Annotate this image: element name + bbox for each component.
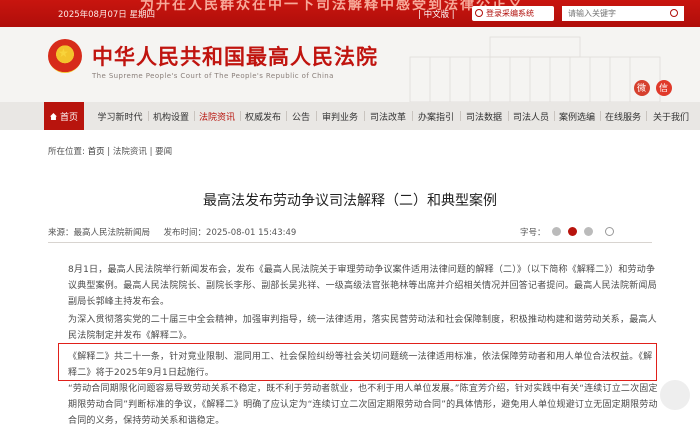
nav-staff[interactable]: 司法人员 [508, 102, 554, 130]
breadcrumb: 所在位置: 首页 | 法院资讯 | 要闻 [48, 145, 172, 157]
divider [48, 242, 652, 243]
font-medium-button[interactable] [567, 227, 577, 236]
nav-institutions[interactable]: 机构设置 [148, 102, 194, 130]
article-paragraph-highlighted: 《解释二》共二十一条，针对竞业限制、混同用工、社会保险纠纷等社会关切问题统一法律… [68, 352, 653, 378]
article-title: 最高法发布劳动争议司法解释（二）和典型案例 [203, 193, 497, 209]
nav-reform[interactable]: 司法改革 [364, 102, 412, 130]
article-paragraph: “劳动合同期限化问题容易导致劳动关系不稳定，既不利于劳动者就业，也不利于用人单位… [68, 384, 658, 426]
nav-cases[interactable]: 案例选编 [554, 102, 600, 130]
search-icon[interactable] [670, 9, 678, 17]
site-header: ★ 中华人民共和国最高人民法院 The Supreme People's Cou… [0, 27, 700, 102]
font-large-button[interactable] [552, 227, 562, 236]
slogan-banner: 为开在人民群众在中一下司法解释中感受到法律公正义 [140, 0, 524, 13]
nav-about[interactable]: 关于我们 [646, 102, 696, 130]
weibo-icon[interactable]: 微 [634, 80, 650, 96]
home-icon [49, 113, 57, 120]
star-icon: ★ [58, 46, 69, 60]
watermark-icon [660, 380, 690, 410]
top-bar: 2025年08月07日 星期四 为开在人民群众在中一下司法解释中感受到法律公正义… [0, 0, 700, 27]
breadcrumb-label: 所在位置: [48, 147, 85, 157]
article-paragraph: 为深入贯彻落实党的二十届三中全会精神，加强审判指导，统一法律适用，落实民营劳动法… [68, 315, 657, 341]
article-paragraph: 8月1日，最高人民法院举行新闻发布会，发布《最高人民法院关于审理劳动争议案件适用… [68, 265, 657, 307]
share-icon[interactable] [605, 227, 615, 236]
building-illustration [409, 36, 661, 102]
breadcrumb-sub[interactable]: 要闻 [155, 147, 172, 157]
nav-online[interactable]: 在线服务 [600, 102, 646, 130]
login-label: 登录采编系统 [486, 9, 534, 18]
language-switch[interactable]: | 中文版 | [418, 8, 455, 20]
national-emblem-logo: ★ [48, 39, 82, 73]
article-tools: 字号： [520, 226, 615, 238]
nav-study[interactable]: 学习新时代 [92, 102, 148, 130]
nav-home[interactable]: 首页 [44, 102, 84, 130]
breadcrumb-sep: | [149, 147, 153, 157]
user-icon [475, 9, 483, 17]
breadcrumb-section[interactable]: 法院资讯 [113, 147, 147, 157]
article-source: 来源：最高人民法院新闻局 [48, 228, 151, 238]
font-size-label: 字号： [520, 228, 546, 238]
breadcrumb-sep: | [107, 147, 111, 157]
nav-trial[interactable]: 审判业务 [316, 102, 364, 130]
nav-label: 首页 [59, 113, 78, 123]
nav-notices[interactable]: 公告 [286, 102, 316, 130]
main-nav: 首页 学习新时代 机构设置 法院资讯 权威发布 公告 审判业务 司法改革 办案指… [0, 102, 700, 130]
breadcrumb-home[interactable]: 首页 [88, 147, 105, 157]
article-date: 发布时间：2025-08-01 15:43:49 [163, 228, 297, 238]
nav-releases[interactable]: 权威发布 [240, 102, 286, 130]
wechat-icon[interactable]: 信 [656, 80, 672, 96]
nav-data[interactable]: 司法数据 [460, 102, 508, 130]
nav-guide[interactable]: 办案指引 [412, 102, 460, 130]
font-small-button[interactable] [583, 227, 593, 236]
login-button[interactable]: 登录采编系统 [472, 6, 554, 21]
nav-court-news[interactable]: 法院资讯 [194, 102, 240, 130]
article-meta: 来源：最高人民法院新闻局 发布时间：2025-08-01 15:43:49 [48, 226, 296, 238]
site-title[interactable]: 中华人民共和国最高人民法院 [92, 41, 378, 71]
search-input[interactable] [562, 6, 684, 21]
site-subtitle: The Supreme People's Court of The People… [92, 72, 334, 80]
